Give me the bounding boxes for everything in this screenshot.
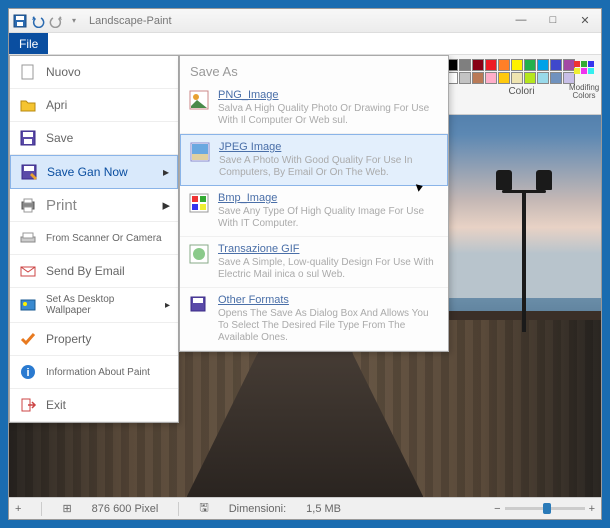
color-swatch[interactable] xyxy=(511,59,523,71)
menu-label: Information About Paint xyxy=(46,367,150,378)
file-menu: Nuovo Apri Save Save Gan Now ▸ Print ▸ xyxy=(9,55,179,423)
filesize-value: 1,5 MB xyxy=(306,503,341,515)
close-button[interactable]: ✕ xyxy=(573,14,597,27)
zoom-control: − + xyxy=(494,503,595,515)
quick-access-toolbar: ▾ xyxy=(13,14,81,28)
other-formats-icon xyxy=(188,294,210,316)
menu-item-about[interactable]: i Information About Paint xyxy=(10,356,178,389)
menu-label: Send By Email xyxy=(46,264,125,278)
menu-label: From Scanner Or Camera xyxy=(46,233,162,244)
color-palette: Colori Modifing Colors xyxy=(441,55,601,115)
jpeg-icon xyxy=(189,141,211,163)
canvas-area: Colori Modifing Colors Nuovo Apri Save xyxy=(9,55,601,497)
file-tab[interactable]: File xyxy=(9,33,48,54)
saveas-gif[interactable]: Transazione GIFSave A Simple, Low-qualit… xyxy=(180,237,448,288)
save-icon[interactable] xyxy=(13,14,27,28)
menu-label: Set As Desktop Wallpaper xyxy=(46,294,157,316)
saveas-jpeg[interactable]: JPEG ImageSave A Photo With Good Quality… xyxy=(180,134,448,186)
submenu-arrow-icon: ▸ xyxy=(163,165,169,179)
filesize-label: Dimensioni: xyxy=(229,503,286,515)
redo-icon[interactable] xyxy=(49,14,63,28)
menu-item-print[interactable]: Print ▸ xyxy=(10,189,178,222)
bmp-icon xyxy=(188,192,210,214)
app-window: ▾ Landscape-Paint — □ ✕ File Colori xyxy=(8,8,602,520)
zoom-in-button[interactable]: + xyxy=(589,503,595,515)
titlebar: ▾ Landscape-Paint — □ ✕ xyxy=(9,9,601,33)
print-icon xyxy=(18,195,38,215)
menu-label: Print xyxy=(46,197,77,214)
color-swatch[interactable] xyxy=(459,59,471,71)
maximize-button[interactable]: □ xyxy=(541,14,565,27)
menu-label: Save Gan Now xyxy=(47,165,128,179)
saveas-png[interactable]: PNG_ImageSalva A High Quality Photo Or D… xyxy=(180,83,448,134)
color-swatch[interactable] xyxy=(524,72,536,84)
zoom-out-button[interactable]: − xyxy=(494,503,500,515)
window-controls: — □ ✕ xyxy=(509,14,597,27)
color-swatch[interactable] xyxy=(550,72,562,84)
submenu-header: Save As xyxy=(180,56,448,83)
submenu-arrow-icon: ▸ xyxy=(162,196,170,214)
filesize-icon: 🖫 xyxy=(199,499,208,518)
menu-item-scanner[interactable]: From Scanner Or Camera xyxy=(10,222,178,255)
status-pos: + xyxy=(15,503,21,515)
canvas-size: 876 600 Pixel xyxy=(92,503,159,515)
color-swatch[interactable] xyxy=(459,72,471,84)
menu-item-open[interactable]: Apri xyxy=(10,89,178,122)
gif-icon xyxy=(188,243,210,265)
statusbar: + ⊞ 876 600 Pixel 🖫 Dimensioni: 1,5 MB −… xyxy=(9,497,601,519)
email-icon xyxy=(18,261,38,281)
menu-label: Exit xyxy=(46,398,66,412)
exit-icon xyxy=(18,395,38,415)
color-swatch[interactable] xyxy=(485,59,497,71)
info-icon: i xyxy=(18,362,38,382)
canvas-size-icon: ⊞ xyxy=(62,502,71,515)
color-swatch[interactable] xyxy=(472,72,484,84)
color-swatch[interactable] xyxy=(485,72,497,84)
ribbon-tabs: File xyxy=(9,33,601,55)
color-swatch[interactable] xyxy=(537,59,549,71)
color-swatch[interactable] xyxy=(498,72,510,84)
save-icon xyxy=(18,128,38,148)
menu-item-wallpaper[interactable]: Set As Desktop Wallpaper ▸ xyxy=(10,288,178,323)
scanner-icon xyxy=(18,228,38,248)
color-swatch[interactable] xyxy=(524,59,536,71)
new-icon xyxy=(18,62,38,82)
zoom-slider[interactable] xyxy=(505,507,585,510)
edit-colors-button[interactable]: Modifing Colors xyxy=(569,59,599,100)
menu-item-save-as[interactable]: Save Gan Now ▸ xyxy=(10,155,178,189)
open-icon xyxy=(18,95,38,115)
check-icon xyxy=(18,329,38,349)
menu-label: Apri xyxy=(46,98,67,112)
lamp-post xyxy=(494,152,554,332)
menu-item-properties[interactable]: Property xyxy=(10,323,178,356)
color-swatch[interactable] xyxy=(550,59,562,71)
window-title: Landscape-Paint xyxy=(89,15,509,27)
menu-item-new[interactable]: Nuovo xyxy=(10,56,178,89)
png-icon xyxy=(188,89,210,111)
minimize-button[interactable]: — xyxy=(509,14,533,27)
undo-icon[interactable] xyxy=(31,14,45,28)
wallpaper-icon xyxy=(18,295,38,315)
menu-item-exit[interactable]: Exit xyxy=(10,389,178,422)
saveas-bmp[interactable]: Bmp_ImageSave Any Type Of High Quality I… xyxy=(180,186,448,237)
svg-text:i: i xyxy=(26,367,29,379)
menu-label: Nuovo xyxy=(46,65,81,79)
color-swatch[interactable] xyxy=(498,59,510,71)
menu-label: Property xyxy=(46,332,91,346)
save-as-icon xyxy=(19,162,39,182)
color-swatch[interactable] xyxy=(472,59,484,71)
menu-item-email[interactable]: Send By Email xyxy=(10,255,178,288)
color-swatch[interactable] xyxy=(537,72,549,84)
submenu-arrow-icon: ▸ xyxy=(165,300,170,311)
color-swatch[interactable] xyxy=(511,72,523,84)
saveas-other[interactable]: Other FormatsOpens The Save As Dialog Bo… xyxy=(180,288,448,351)
save-as-submenu: Save As PNG_ImageSalva A High Quality Ph… xyxy=(179,55,449,352)
menu-item-save[interactable]: Save xyxy=(10,122,178,155)
menu-label: Save xyxy=(46,131,73,145)
qat-dropdown-icon[interactable]: ▾ xyxy=(67,14,81,28)
